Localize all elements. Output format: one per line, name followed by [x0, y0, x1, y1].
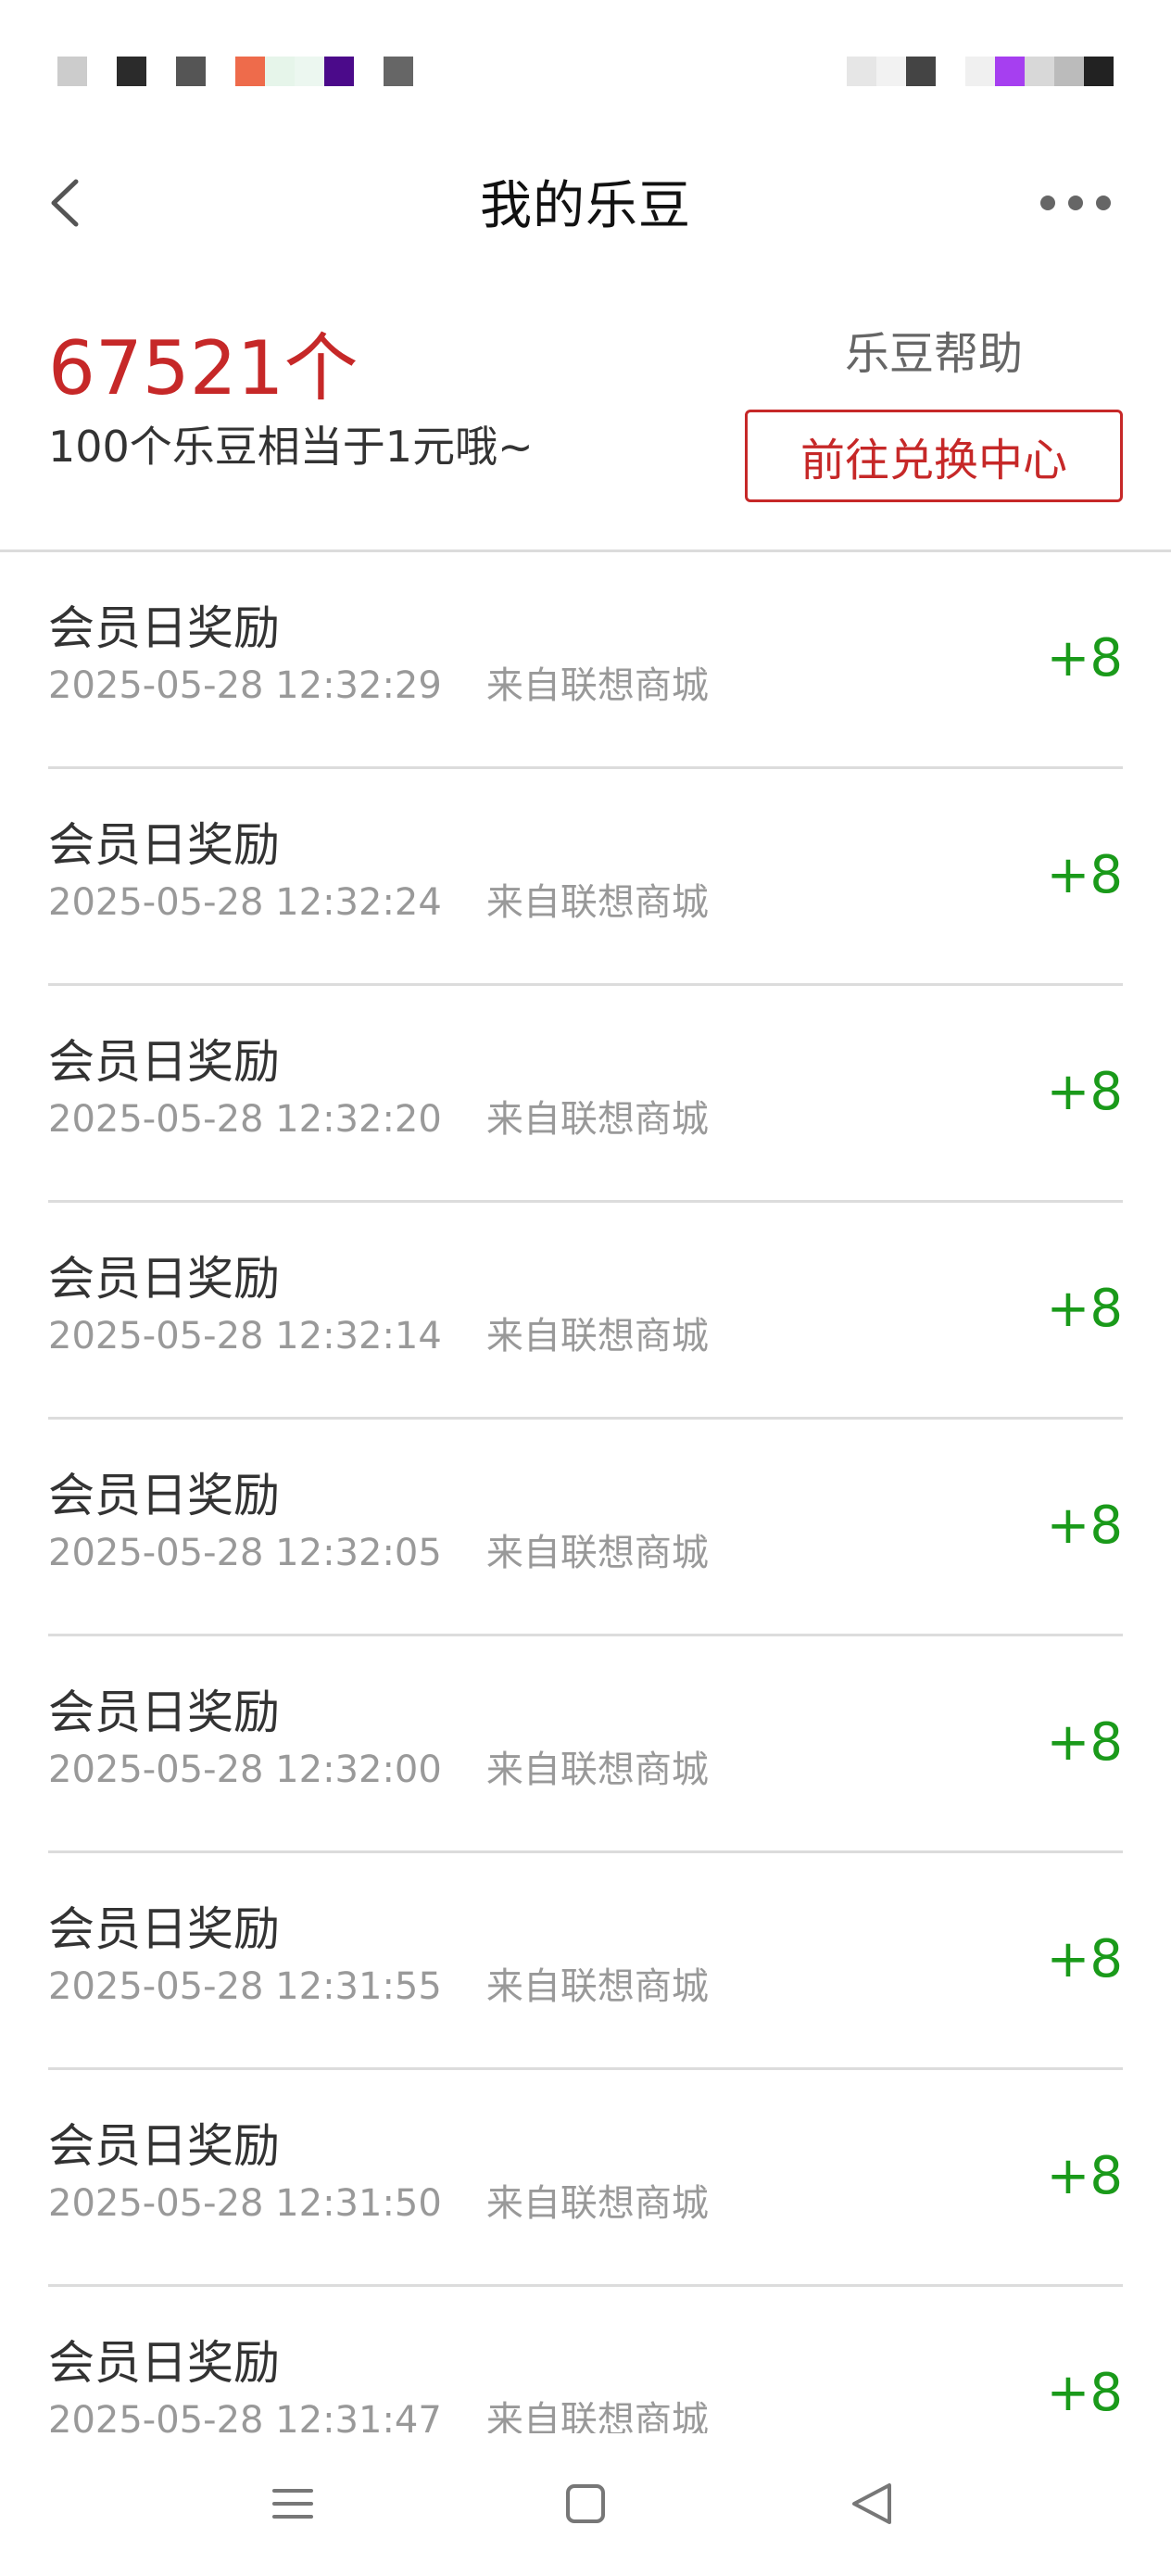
record-meta: 2025-05-28 12:32:20 来自联想商城: [48, 1095, 709, 1143]
record-source: 来自联想商城: [485, 2399, 709, 2433]
record-title: 会员日奖励: [48, 601, 280, 655]
record-amount: +8: [1046, 1929, 1123, 1989]
status-bar: [0, 0, 1171, 139]
record-meta: 2025-05-28 12:32:05 来自联想商城: [48, 1529, 709, 1577]
record-meta: 2025-05-28 12:31:50 来自联想商城: [48, 2179, 709, 2228]
status-indicator-icon: [1025, 57, 1054, 86]
back-triangle-icon: [852, 2483, 891, 2524]
status-indicator-icon: [906, 57, 936, 86]
status-indicator-icon: [235, 57, 265, 86]
record-timestamp: 2025-05-28 12:32:14: [48, 1315, 442, 1357]
record-timestamp: 2025-05-28 12:32:29: [48, 664, 442, 707]
status-indicator-icon: [57, 57, 87, 86]
record-amount: +8: [1046, 1062, 1123, 1122]
status-indicator-icon: [384, 57, 413, 86]
record-source: 来自联想商城: [485, 1098, 709, 1141]
status-icons-left: [57, 56, 413, 87]
record-title: 会员日奖励: [48, 1035, 280, 1089]
status-indicator-icon: [354, 57, 384, 86]
record-amount: +8: [1046, 2146, 1123, 2206]
record-source: 来自联想商城: [485, 881, 709, 924]
status-icons-right: [847, 56, 1114, 87]
record-row[interactable]: 会员日奖励 2025-05-28 12:32:14 来自联想商城 +8: [48, 1203, 1123, 1420]
record-amount: +8: [1046, 1496, 1123, 1556]
status-indicator-icon: [1084, 57, 1114, 86]
records-list[interactable]: 会员日奖励 2025-05-28 12:32:29 来自联想商城 +8 会员日奖励 202…: [0, 552, 1171, 2433]
status-indicator-icon: [176, 57, 206, 86]
record-meta: 2025-05-28 12:32:24 来自联想商城: [48, 878, 709, 927]
status-indicator-icon: [87, 57, 117, 86]
record-timestamp: 2025-05-28 12:32:05: [48, 1532, 442, 1574]
record-source: 来自联想商城: [485, 2182, 709, 2225]
record-title: 会员日奖励: [48, 1469, 280, 1522]
status-indicator-icon: [847, 57, 876, 86]
record-meta: 2025-05-28 12:32:00 来自联想商城: [48, 1746, 709, 1794]
exchange-rate-note: 100个乐豆相当于1元哦~: [48, 422, 534, 472]
record-amount: +8: [1046, 1279, 1123, 1339]
menu-icon: [272, 2489, 313, 2519]
record-meta: 2025-05-28 12:32:29 来自联想商城: [48, 662, 709, 710]
record-amount: +8: [1046, 628, 1123, 688]
record-meta: 2025-05-28 12:31:47 来自联想商城: [48, 2396, 709, 2433]
record-timestamp: 2025-05-28 12:31:47: [48, 2399, 442, 2433]
balance-value: 67521个: [48, 325, 359, 411]
record-source: 来自联想商城: [485, 1315, 709, 1357]
status-indicator-icon: [117, 57, 146, 86]
record-source: 来自联想商城: [485, 664, 709, 707]
status-indicator-icon: [146, 57, 176, 86]
status-indicator-icon: [324, 57, 354, 86]
record-timestamp: 2025-05-28 12:32:24: [48, 881, 442, 924]
status-indicator-icon: [1054, 57, 1084, 86]
status-indicator-icon: [265, 57, 295, 86]
nav-bar: 我的乐豆: [0, 139, 1171, 272]
more-horizontal-icon: [1068, 196, 1083, 210]
exchange-center-button[interactable]: 前往兑换中心: [745, 410, 1123, 502]
page-title: 我的乐豆: [480, 176, 691, 236]
help-link[interactable]: 乐豆帮助: [745, 324, 1123, 384]
record-timestamp: 2025-05-28 12:32:00: [48, 1749, 442, 1791]
record-meta: 2025-05-28 12:32:14 来自联想商城: [48, 1312, 709, 1360]
record-timestamp: 2025-05-28 12:32:20: [48, 1098, 442, 1141]
record-title: 会员日奖励: [48, 2119, 280, 2173]
record-row[interactable]: 会员日奖励 2025-05-28 12:31:50 来自联想商城 +8: [48, 2070, 1123, 2287]
record-source: 来自联想商城: [485, 1532, 709, 1574]
record-meta: 2025-05-28 12:31:55 来自联想商城: [48, 1963, 709, 2011]
record-timestamp: 2025-05-28 12:31:50: [48, 2182, 442, 2225]
system-home-button[interactable]: [548, 2467, 623, 2541]
balance-summary: 67521个 100个乐豆相当于1元哦~ 乐豆帮助 前往兑换中心: [0, 272, 1171, 552]
record-row[interactable]: 会员日奖励 2025-05-28 12:31:47 来自联想商城 +8: [48, 2287, 1123, 2433]
record-title: 会员日奖励: [48, 1252, 280, 1306]
record-row[interactable]: 会员日奖励 2025-05-28 12:32:20 来自联想商城 +8: [48, 986, 1123, 1203]
record-row[interactable]: 会员日奖励 2025-05-28 12:32:05 来自联想商城 +8: [48, 1420, 1123, 1636]
status-indicator-icon: [965, 57, 995, 86]
record-title: 会员日奖励: [48, 1902, 280, 1956]
status-indicator-icon: [876, 57, 906, 86]
home-square-icon: [566, 2484, 605, 2523]
status-indicator-icon: [295, 57, 324, 86]
record-row[interactable]: 会员日奖励 2025-05-28 12:32:00 来自联想商城 +8: [48, 1636, 1123, 1853]
more-horizontal-icon: [1096, 196, 1111, 210]
record-row[interactable]: 会员日奖励 2025-05-28 12:32:29 来自联想商城 +8: [48, 552, 1123, 769]
system-nav-bar: [0, 2433, 1171, 2576]
record-row[interactable]: 会员日奖励 2025-05-28 12:32:24 来自联想商城 +8: [48, 769, 1123, 986]
record-title: 会员日奖励: [48, 2336, 280, 2390]
record-source: 来自联想商城: [485, 1965, 709, 2008]
record-title: 会员日奖励: [48, 1686, 280, 1739]
status-indicator-icon: [206, 57, 235, 86]
system-back-button[interactable]: [836, 2467, 910, 2541]
record-amount: +8: [1046, 2363, 1123, 2423]
status-indicator-icon: [995, 57, 1025, 86]
system-menu-button[interactable]: [256, 2467, 330, 2541]
more-horizontal-icon: [1040, 196, 1055, 210]
record-title: 会员日奖励: [48, 818, 280, 872]
more-button[interactable]: [1015, 170, 1136, 235]
record-source: 来自联想商城: [485, 1749, 709, 1791]
record-amount: +8: [1046, 845, 1123, 905]
record-amount: +8: [1046, 1712, 1123, 1773]
status-indicator-icon: [936, 57, 965, 86]
record-row[interactable]: 会员日奖励 2025-05-28 12:31:55 来自联想商城 +8: [48, 1853, 1123, 2070]
record-timestamp: 2025-05-28 12:31:55: [48, 1965, 442, 2008]
